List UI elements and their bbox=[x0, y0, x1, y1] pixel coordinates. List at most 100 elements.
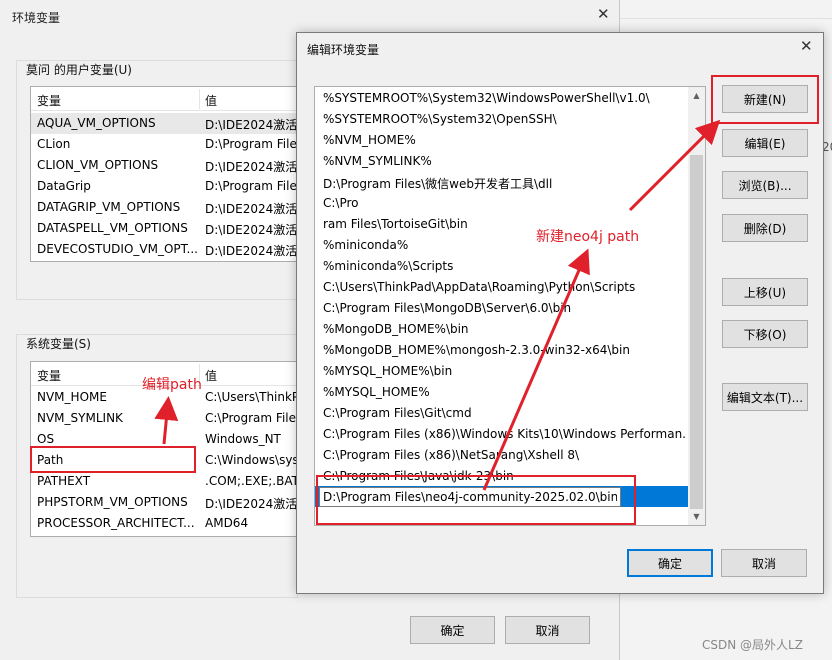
path-text: C:\Pro bbox=[323, 196, 359, 210]
annotation-box-path-row bbox=[30, 446, 196, 473]
path-text: C:\Program Files\MongoDB\Server\6.0\bin bbox=[323, 301, 572, 315]
move-up-button[interactable]: 上移(U) bbox=[722, 278, 808, 306]
system-vars-label: 系统变量(S) bbox=[24, 335, 93, 352]
var-value: D:\Program File bbox=[205, 137, 297, 151]
edit-ok-button[interactable]: 确定 bbox=[627, 549, 713, 577]
table-row[interactable]: PHPSTORM_VM_OPTIONS D:\IDE2024激活 bbox=[31, 492, 297, 513]
list-item[interactable]: D:\Program Files\微信web开发者工具\dll bbox=[315, 172, 689, 193]
table-row[interactable]: CLion D:\Program File bbox=[31, 134, 297, 155]
var-value: D:\IDE2024激活 bbox=[205, 118, 298, 132]
path-text: %SYSTEMROOT%\System32\OpenSSH\ bbox=[323, 112, 557, 126]
path-text: C:\Program Files (x86)\Windows Kits\10\W… bbox=[323, 427, 685, 441]
table-row[interactable]: DataGrip D:\Program File bbox=[31, 176, 297, 197]
list-item[interactable]: C:\Users\ThinkPad\AppData\Roaming\Python… bbox=[315, 277, 689, 298]
env-cancel-button[interactable]: 取消 bbox=[505, 616, 590, 644]
var-value: D:\IDE2024激活 bbox=[205, 223, 298, 237]
user-vars-header: 变量 值 bbox=[31, 87, 297, 111]
var-name: PHPSTORM_VM_OPTIONS bbox=[37, 495, 188, 509]
list-item[interactable]: C:\Program Files (x86)\Windows Kits\10\W… bbox=[315, 424, 689, 445]
user-vars-list[interactable]: 变量 值 AQUA_VM_OPTIONS D:\IDE2024激活 CLion D:… bbox=[30, 86, 298, 262]
env-dialog-title: 环境变量 bbox=[12, 11, 61, 25]
list-item[interactable]: C:\Program Files (x86)\NetSarang\Xshell … bbox=[315, 445, 689, 466]
delete-button[interactable]: 删除(D) bbox=[722, 214, 808, 242]
list-item[interactable]: %MongoDB_HOME%\mongosh-2.3.0-win32-x64\b… bbox=[315, 340, 689, 361]
var-value: D:\IDE2024激活 bbox=[205, 202, 298, 216]
var-name: NVM_SYMLINK bbox=[37, 411, 123, 425]
table-row[interactable]: DATAGRIP_VM_OPTIONS D:\IDE2024激活 bbox=[31, 197, 297, 218]
table-row[interactable]: AQUA_VM_OPTIONS D:\IDE2024激活 bbox=[31, 113, 297, 134]
var-value: C:\Windows\sys bbox=[205, 453, 298, 467]
column-header-value[interactable]: 值 bbox=[205, 367, 217, 384]
path-text: C:\Users\ThinkPad\AppData\Roaming\Python… bbox=[323, 280, 636, 294]
browse-button[interactable]: 浏览(B)... bbox=[722, 171, 808, 199]
scroll-thumb[interactable] bbox=[690, 155, 703, 509]
scroll-down-icon[interactable]: ▼ bbox=[688, 508, 705, 525]
env-close-icon[interactable]: ✕ bbox=[597, 6, 610, 22]
var-name: PROCESSOR_ARCHITECT... bbox=[37, 516, 195, 530]
list-item[interactable]: C:\Program Files\Git\cmd bbox=[315, 403, 689, 424]
watermark-text: CSDN @局外人LZ bbox=[702, 638, 803, 652]
list-item[interactable]: %SYSTEMROOT%\System32\OpenSSH\ bbox=[315, 109, 689, 130]
var-value: D:\IDE2024激活 bbox=[205, 497, 298, 511]
var-name: DATASPELL_VM_OPTIONS bbox=[37, 221, 188, 235]
table-row[interactable]: NVM_SYMLINK C:\Program File bbox=[31, 408, 297, 429]
path-text: C:\Program Files\Git\cmd bbox=[323, 406, 472, 420]
annotation-edit-path-text: 编辑path bbox=[142, 377, 202, 393]
list-item[interactable]: %MYSQL_HOME% bbox=[315, 382, 689, 403]
var-name: AQUA_VM_OPTIONS bbox=[37, 116, 156, 130]
user-vars-label: 莫问 的用户变量(U) bbox=[24, 61, 134, 78]
var-value: AMD64 bbox=[205, 516, 249, 530]
path-text: D:\Program Files\微信web开发者工具\dll bbox=[323, 177, 553, 191]
var-name: OS bbox=[37, 432, 55, 446]
column-header-variable[interactable]: 变量 bbox=[37, 367, 61, 384]
var-value: C:\Program File bbox=[205, 411, 296, 425]
annotation-new-path-text: 新建neo4j path bbox=[536, 229, 640, 245]
table-row[interactable]: DEVECOSTUDIO_VM_OPT... D:\IDE2024激活 bbox=[31, 239, 297, 260]
edit-close-icon[interactable]: ✕ bbox=[800, 38, 813, 54]
move-down-button[interactable]: 下移(O) bbox=[722, 320, 808, 348]
list-item[interactable]: %SYSTEMROOT%\System32\WindowsPowerShell\… bbox=[315, 88, 689, 109]
var-value: D:\Program File bbox=[205, 179, 297, 193]
var-value: D:\IDE2024激活 bbox=[205, 160, 298, 174]
path-list-scrollbar[interactable]: ▲ ▼ bbox=[688, 87, 705, 525]
annotation-box-new-button bbox=[711, 75, 819, 124]
edit-button[interactable]: 编辑(E) bbox=[722, 129, 808, 157]
list-item[interactable]: %NVM_SYMLINK% bbox=[315, 151, 689, 172]
path-text: %NVM_SYMLINK% bbox=[323, 154, 432, 168]
list-item[interactable]: C:\Pro bbox=[315, 193, 689, 214]
list-item[interactable]: %MYSQL_HOME%\bin bbox=[315, 361, 689, 382]
table-row[interactable]: CLION_VM_OPTIONS D:\IDE2024激活 bbox=[31, 155, 297, 176]
path-text: %NVM_HOME% bbox=[323, 133, 416, 147]
path-text: %MongoDB_HOME%\mongosh-2.3.0-win32-x64\b… bbox=[323, 343, 630, 357]
table-row[interactable]: PROCESSOR_ARCHITECT... AMD64 bbox=[31, 513, 297, 534]
path-text: %MongoDB_HOME%\bin bbox=[323, 322, 469, 336]
table-row[interactable]: PATHEXT .COM;.EXE;.BAT bbox=[31, 471, 297, 492]
var-name: DataGrip bbox=[37, 179, 91, 193]
list-item[interactable]: C:\Program Files\MongoDB\Server\6.0\bin bbox=[315, 298, 689, 319]
var-value: D:\IDE2024激活 bbox=[205, 244, 298, 258]
path-text: %miniconda%\Scripts bbox=[323, 259, 454, 273]
var-name: DEVECOSTUDIO_VM_OPT... bbox=[37, 242, 198, 256]
column-separator[interactable] bbox=[199, 89, 200, 109]
edit-cancel-button[interactable]: 取消 bbox=[721, 549, 807, 577]
var-name: CLION_VM_OPTIONS bbox=[37, 158, 159, 172]
list-item[interactable]: %MongoDB_HOME%\bin bbox=[315, 319, 689, 340]
var-value: .COM;.EXE;.BAT bbox=[205, 474, 298, 488]
var-name: PATHEXT bbox=[37, 474, 91, 488]
edit-text-button[interactable]: 编辑文本(T)... bbox=[722, 383, 808, 411]
var-name: CLion bbox=[37, 137, 71, 151]
var-value: C:\Users\ThinkP bbox=[205, 390, 298, 404]
column-header-variable[interactable]: 变量 bbox=[37, 92, 61, 109]
env-ok-button[interactable]: 确定 bbox=[410, 616, 495, 644]
path-text: %MYSQL_HOME% bbox=[323, 385, 430, 399]
path-text: %SYSTEMROOT%\System32\WindowsPowerShell\… bbox=[323, 91, 650, 105]
table-row[interactable]: DATASPELL_VM_OPTIONS D:\IDE2024激活 bbox=[31, 218, 297, 239]
edit-dialog-title: 编辑环境变量 bbox=[307, 43, 380, 57]
list-item[interactable]: %miniconda%\Scripts bbox=[315, 256, 689, 277]
path-entries-list[interactable]: %SYSTEMROOT%\System32\WindowsPowerShell\… bbox=[314, 86, 706, 526]
scroll-up-icon[interactable]: ▲ bbox=[688, 87, 705, 104]
path-text: %MYSQL_HOME%\bin bbox=[323, 364, 453, 378]
column-header-value[interactable]: 值 bbox=[205, 92, 217, 109]
list-item[interactable]: %NVM_HOME% bbox=[315, 130, 689, 151]
background-divider bbox=[620, 18, 832, 19]
